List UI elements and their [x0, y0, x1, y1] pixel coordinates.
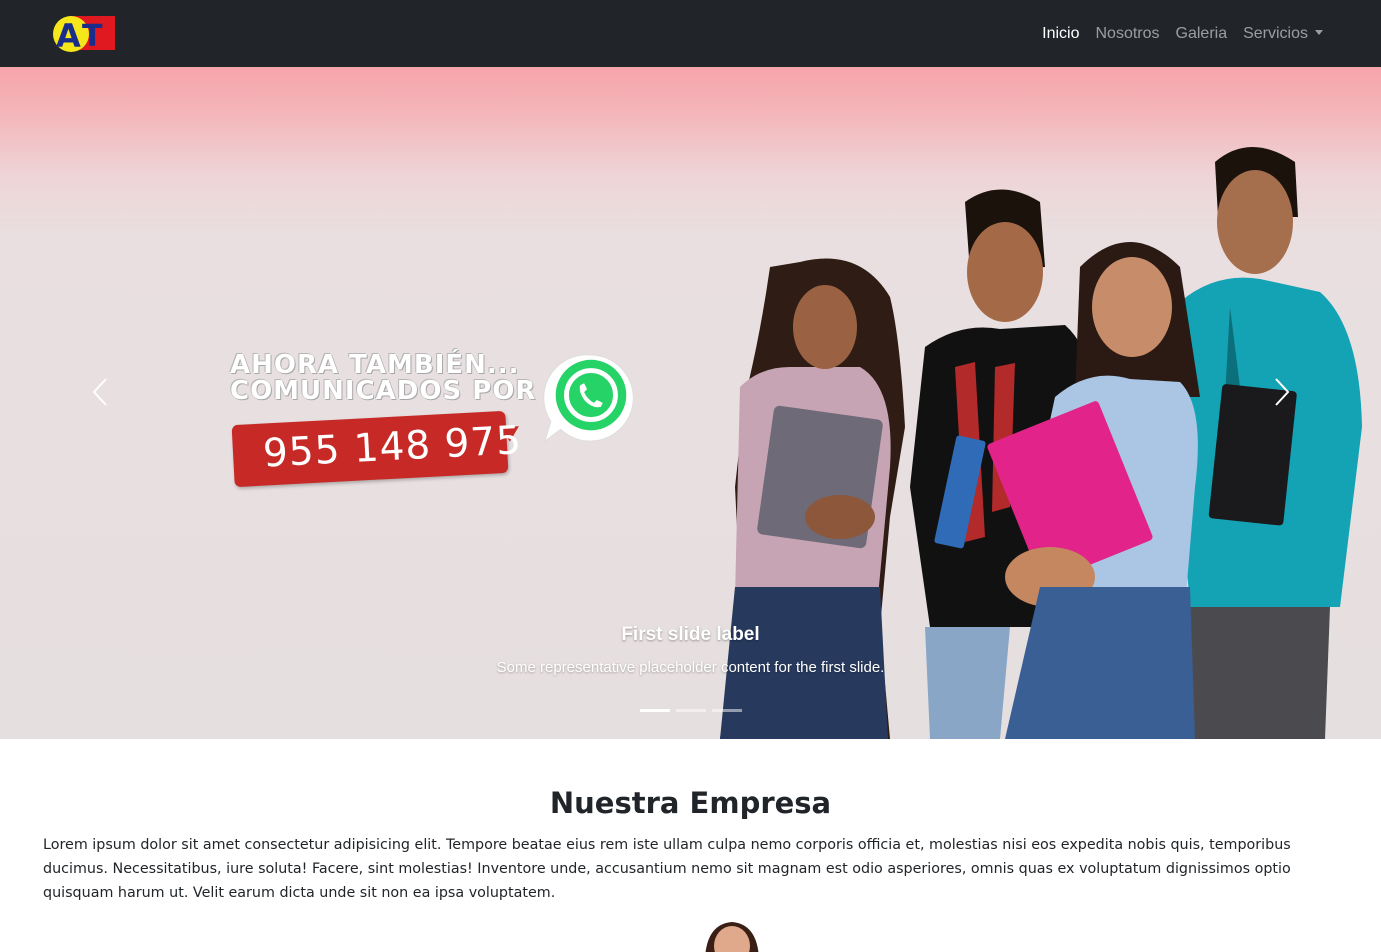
brand-logo[interactable]: A T [51, 14, 115, 52]
svg-text:A: A [56, 17, 81, 52]
nav-link-servicios-dropdown[interactable]: Servicios [1235, 25, 1331, 43]
navbar: A T Inicio Nosotros Galeria Servicios [0, 0, 1381, 67]
person-photo [705, 922, 759, 952]
section-title: Nuestra Empresa [549, 786, 832, 820]
promo-line-2: COMUNICADOS POR [230, 376, 537, 406]
nav-link-servicios-label: Servicios [1243, 24, 1308, 42]
phone-number: 955 148 975 [261, 418, 524, 477]
nav-link-galeria[interactable]: Galeria [1168, 25, 1236, 43]
whatsapp-icon [543, 354, 634, 443]
nav-link-nosotros[interactable]: Nosotros [1087, 25, 1167, 43]
indicator-slide-3[interactable] [712, 709, 742, 712]
carousel-prev-button[interactable] [80, 367, 120, 417]
indicator-slide-2[interactable] [676, 709, 706, 712]
indicator-slide-1[interactable] [640, 709, 670, 712]
nav-link-inicio[interactable]: Inicio [1034, 25, 1087, 43]
carousel-indicators [640, 709, 742, 712]
carousel-caption: First slide label Some representative pl… [0, 624, 1381, 676]
svg-text:T: T [82, 19, 103, 52]
section-body: Lorem ipsum dolor sit amet consectetur a… [43, 837, 1291, 901]
caret-down-icon [1315, 29, 1323, 35]
carousel-next-button[interactable] [1262, 367, 1302, 417]
caption-title: First slide label [621, 624, 760, 645]
hero-carousel: AHORA TAMBIÉN... COMUNICADOS POR 955 148… [0, 67, 1381, 739]
caption-text: Some representative placeholder content … [496, 659, 885, 676]
nav-menu: Inicio Nosotros Galeria Servicios [1034, 0, 1331, 67]
